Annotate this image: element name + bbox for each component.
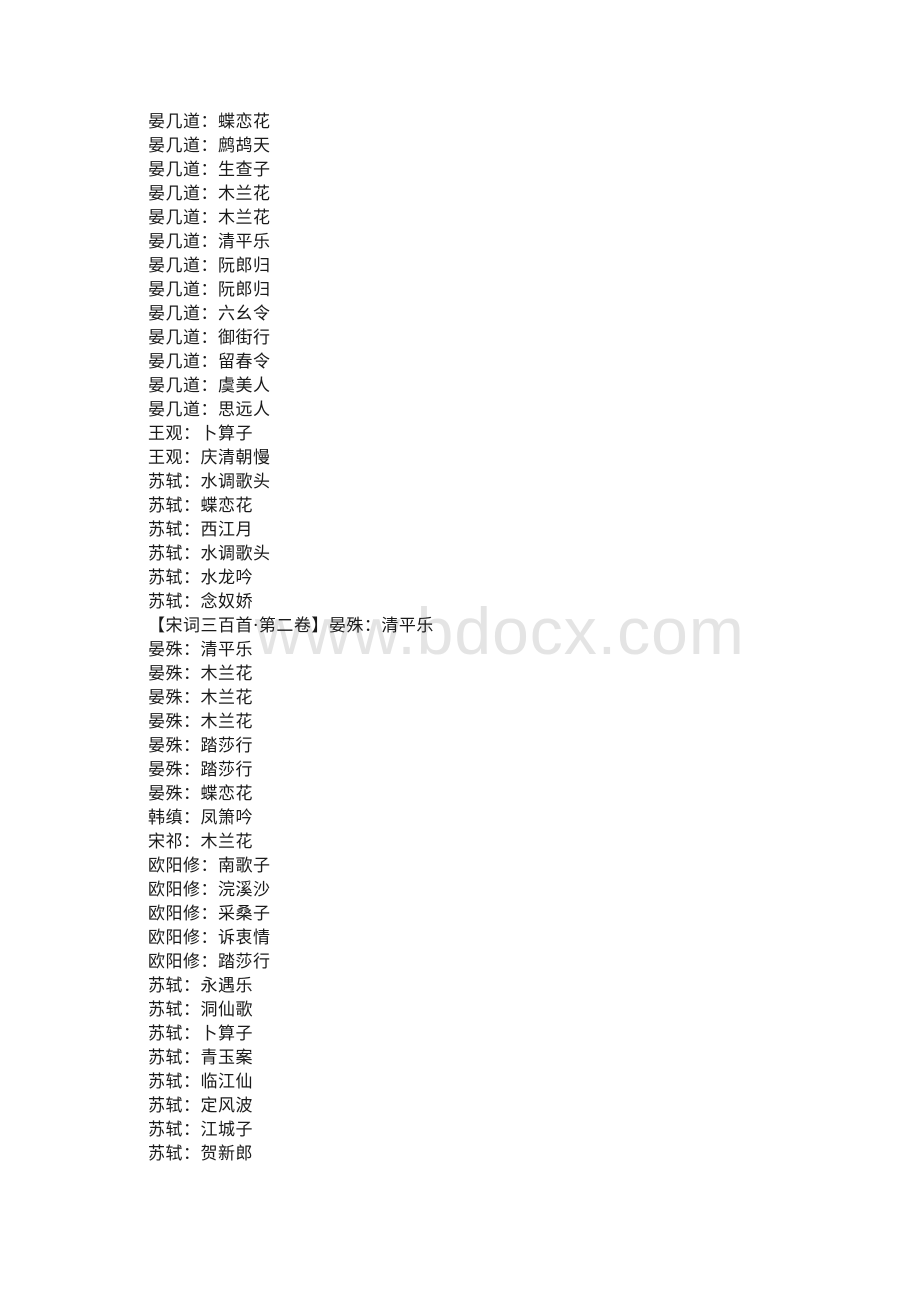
list-item: 晏几道：御街行: [148, 328, 271, 348]
list-item: 晏几道：鹧鸪天: [148, 136, 271, 156]
list-item: 晏几道：六幺令: [148, 304, 271, 324]
list-item: 欧阳修：南歌子: [148, 856, 271, 876]
list-item: 苏轼：西江月: [148, 520, 253, 540]
list-item: 苏轼：贺新郎: [148, 1144, 253, 1164]
list-item: 王观：庆清朝慢: [148, 448, 271, 468]
list-item: 苏轼：洞仙歌: [148, 1000, 253, 1020]
list-item: 苏轼：水龙吟: [148, 568, 253, 588]
list-item: 苏轼：临江仙: [148, 1072, 253, 1092]
list-item: 晏殊：木兰花: [148, 688, 253, 708]
list-item: 苏轼：水调歌头: [148, 544, 271, 564]
list-item: 晏殊：木兰花: [148, 712, 253, 732]
list-item: 王观：卜算子: [148, 424, 253, 444]
list-item: 晏殊：清平乐: [148, 640, 253, 660]
list-item: 晏几道：虞美人: [148, 376, 271, 396]
list-item: 晏殊：蝶恋花: [148, 784, 253, 804]
list-item: 欧阳修：浣溪沙: [148, 880, 271, 900]
list-item: 晏几道：思远人: [148, 400, 271, 420]
list-item: 晏殊：踏莎行: [148, 760, 253, 780]
list-item: 欧阳修：踏莎行: [148, 952, 271, 972]
document-page: www.bdocx.com 晏几道：蝶恋花 晏几道：鹧鸪天 晏几道：生查子 晏几…: [0, 0, 920, 1302]
list-item: 晏几道：生查子: [148, 160, 271, 180]
list-item: 苏轼：永遇乐: [148, 976, 253, 996]
list-item: 晏几道：蝶恋花: [148, 112, 271, 132]
list-item: 苏轼：青玉案: [148, 1048, 253, 1068]
list-item: 欧阳修：采桑子: [148, 904, 271, 924]
list-item: 苏轼：蝶恋花: [148, 496, 253, 516]
section-heading-line: 【宋词三百首·第二卷】晏殊：清平乐: [148, 616, 434, 636]
list-item: 苏轼：江城子: [148, 1120, 253, 1140]
list-item: 韩缜：凤箫吟: [148, 808, 253, 828]
list-item: 晏殊：木兰花: [148, 664, 253, 684]
list-item: 宋祁：木兰花: [148, 832, 253, 852]
list-item: 晏几道：留春令: [148, 352, 271, 372]
list-item: 晏几道：木兰花: [148, 184, 271, 204]
list-item: 苏轼：卜算子: [148, 1024, 253, 1044]
list-item: 苏轼：水调歌头: [148, 472, 271, 492]
poem-list: 晏几道：蝶恋花 晏几道：鹧鸪天 晏几道：生查子 晏几道：木兰花 晏几道：木兰花 …: [148, 110, 788, 1166]
list-item: 苏轼：念奴娇: [148, 592, 253, 612]
list-item: 晏几道：木兰花: [148, 208, 271, 228]
list-item: 晏几道：阮郎归: [148, 256, 271, 276]
list-item: 苏轼：定风波: [148, 1096, 253, 1116]
list-item: 晏几道：清平乐: [148, 232, 271, 252]
list-item: 晏殊：踏莎行: [148, 736, 253, 756]
list-item: 晏几道：阮郎归: [148, 280, 271, 300]
list-item: 欧阳修：诉衷情: [148, 928, 271, 948]
